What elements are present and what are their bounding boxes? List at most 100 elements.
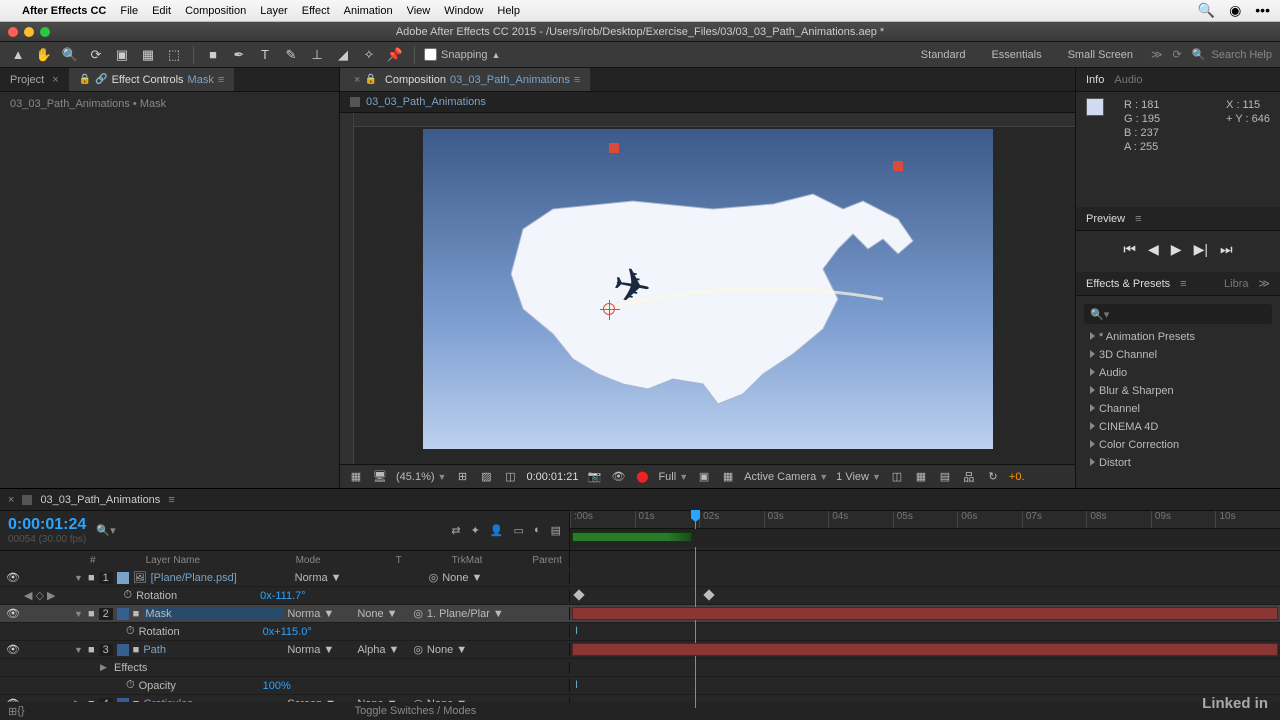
workspace-small-screen[interactable]: Small Screen	[1060, 47, 1141, 63]
flowchart-icon[interactable]: 品	[961, 469, 977, 485]
property-row[interactable]: ▶Effects	[0, 659, 1280, 677]
label-color[interactable]	[117, 608, 129, 620]
current-timecode[interactable]: 0:00:01:24	[8, 516, 86, 534]
search-icon[interactable]: 🔍▾	[96, 524, 115, 537]
menu-window[interactable]: Window	[444, 5, 483, 17]
layer-row[interactable]: 👁▼■3■PathNorma ▼Alpha ▼◎None ▼	[0, 641, 1280, 659]
property-value[interactable]: 0x-111.7°	[260, 590, 306, 602]
timeline-icon[interactable]: ▤	[937, 469, 953, 485]
puppet-tool-icon[interactable]: 📌	[385, 45, 405, 65]
menu-file[interactable]: File	[120, 5, 138, 17]
tab-audio[interactable]: Audio	[1114, 74, 1142, 86]
parent-pickwhip-icon[interactable]: ◎	[429, 571, 439, 584]
eraser-tool-icon[interactable]: ◢	[333, 45, 353, 65]
visibility-toggle-icon[interactable]: 👁	[6, 571, 20, 584]
views-dropdown[interactable]: 1 View▼	[836, 471, 881, 483]
blend-mode-dropdown[interactable]: Norma ▼	[287, 608, 353, 620]
workspace-essentials[interactable]: Essentials	[983, 47, 1049, 63]
anchor-crosshair[interactable]	[603, 303, 615, 315]
layer-bar[interactable]	[572, 643, 1278, 656]
modes-icon[interactable]: {}	[17, 705, 24, 717]
hand-tool-icon[interactable]: ✋	[34, 45, 54, 65]
menu-animation[interactable]: Animation	[344, 5, 393, 17]
label-color[interactable]	[117, 572, 129, 584]
twirl-icon[interactable]: ▼	[74, 573, 84, 583]
anchor-marker[interactable]	[893, 161, 903, 171]
effect-category[interactable]: * Animation Presets	[1090, 328, 1266, 346]
parent-dropdown[interactable]: None ▼	[442, 572, 482, 584]
close-icon[interactable]: ×	[52, 74, 58, 86]
grid-toggle-icon[interactable]: ▦	[720, 469, 736, 485]
panel-menu-icon[interactable]: ≡	[168, 494, 174, 506]
snapshot-icon[interactable]: 📷	[586, 469, 602, 485]
tab-preview[interactable]: Preview	[1086, 213, 1125, 225]
stopwatch-icon[interactable]: ⏱	[126, 679, 135, 692]
trkmat-dropdown[interactable]: Alpha ▼	[357, 644, 409, 656]
selection-tool-icon[interactable]: ▲	[8, 45, 28, 65]
layer-name[interactable]: [Plane/Plane.psd]	[151, 572, 291, 584]
property-row[interactable]: ⏱Rotation0x+115.0° I	[0, 623, 1280, 641]
twirl-icon[interactable]: ▼	[74, 645, 84, 655]
layer-row[interactable]: 👁 ▼ ■ 2 ■ Mask Norma ▼ None ▼ ◎ 1. Plane…	[0, 605, 1280, 623]
solo-icon[interactable]: ■	[88, 608, 95, 620]
keyframe-nav[interactable]: ◀ ◇ ▶	[24, 589, 56, 602]
panel-menu-icon[interactable]: ≡	[1135, 213, 1141, 225]
trkmat-dropdown[interactable]: None ▼	[357, 608, 409, 620]
panel-menu-icon[interactable]: ≡	[218, 74, 224, 86]
tab-composition[interactable]: × 🔒 Composition 03_03_Path_Animations ≡	[340, 68, 590, 91]
parent-pickwhip-icon[interactable]: ◎	[413, 643, 423, 656]
close-icon[interactable]: ×	[354, 74, 360, 86]
tab-libraries[interactable]: Libra	[1224, 278, 1248, 290]
type-tool-icon[interactable]: T	[255, 45, 275, 65]
snapping-checkbox[interactable]	[424, 48, 437, 61]
camera-dropdown[interactable]: Active Camera▼	[744, 471, 828, 483]
workspace-standard[interactable]: Standard	[913, 47, 974, 63]
visibility-toggle-icon[interactable]: 👁	[6, 607, 20, 620]
panel-menu-icon[interactable]: ≡	[574, 74, 580, 86]
overflow-icon[interactable]: ≫	[1258, 277, 1270, 290]
switches-icon[interactable]: ⊞	[8, 705, 17, 718]
comp-mini-flowchart-icon[interactable]: ⇄	[451, 524, 460, 537]
property-row[interactable]: ⏱Opacity100% I	[0, 677, 1280, 695]
blend-mode-dropdown[interactable]: Norma ▼	[287, 644, 353, 656]
minimize-window-button[interactable]	[24, 27, 34, 37]
expression-icon[interactable]: I	[575, 679, 578, 691]
mask-icon[interactable]: ◫	[502, 469, 518, 485]
brush-tool-icon[interactable]: ✎	[281, 45, 301, 65]
channel-icon[interactable]: ⬤	[634, 469, 650, 485]
keyframe[interactable]	[573, 589, 584, 600]
effects-search-input[interactable]: 🔍▾	[1084, 304, 1272, 324]
first-frame-button[interactable]: ⏮	[1123, 241, 1136, 258]
resolution-dropdown[interactable]: Full▼	[658, 471, 688, 483]
comp-crumb[interactable]: 03_03_Path_Animations	[340, 92, 1075, 113]
menu-help[interactable]: Help	[497, 5, 520, 17]
magnification-dropdown[interactable]: (45.1%)▼	[396, 471, 446, 483]
roto-tool-icon[interactable]: ✧	[359, 45, 379, 65]
reset-exposure-icon[interactable]: ↻	[985, 469, 1001, 485]
stopwatch-icon[interactable]: ⏱	[126, 625, 135, 638]
visibility-toggle-icon[interactable]: 👁	[6, 643, 20, 656]
cc-icon[interactable]: ◉	[1229, 2, 1241, 19]
blend-mode-dropdown[interactable]: Norma ▼	[295, 572, 361, 584]
layer-row[interactable]: 👁▶■4■GraticulesScreen ▼None ▼◎None ▼	[0, 695, 1280, 702]
zoom-tool-icon[interactable]: 🔍	[60, 45, 80, 65]
shape-tool-icon[interactable]: ■	[203, 45, 223, 65]
zoom-window-button[interactable]	[40, 27, 50, 37]
keyframe[interactable]	[703, 589, 714, 600]
effect-category[interactable]: Distort	[1090, 454, 1266, 472]
property-value[interactable]: 100%	[263, 680, 291, 692]
effect-category[interactable]: Color Correction	[1090, 436, 1266, 454]
motion-blur-icon[interactable]: ◐	[534, 524, 541, 537]
shy-icon[interactable]: 👤	[490, 524, 504, 537]
graph-editor-icon[interactable]: ▤	[551, 524, 561, 537]
twirl-icon[interactable]: ▼	[74, 609, 84, 619]
tab-project[interactable]: Project ×	[0, 68, 69, 91]
play-button[interactable]: ▶	[1171, 241, 1182, 258]
effect-category[interactable]: Channel	[1090, 400, 1266, 418]
pixel-aspect-icon[interactable]: ◫	[889, 469, 905, 485]
spotlight-icon[interactable]: 🔍	[1198, 2, 1215, 19]
layer-name[interactable]: Mask	[143, 608, 283, 620]
workspace-overflow-icon[interactable]: ≫	[1151, 48, 1163, 61]
show-snapshot-icon[interactable]: 👁	[610, 469, 626, 485]
mask-tool-icon[interactable]: ⬚	[164, 45, 184, 65]
